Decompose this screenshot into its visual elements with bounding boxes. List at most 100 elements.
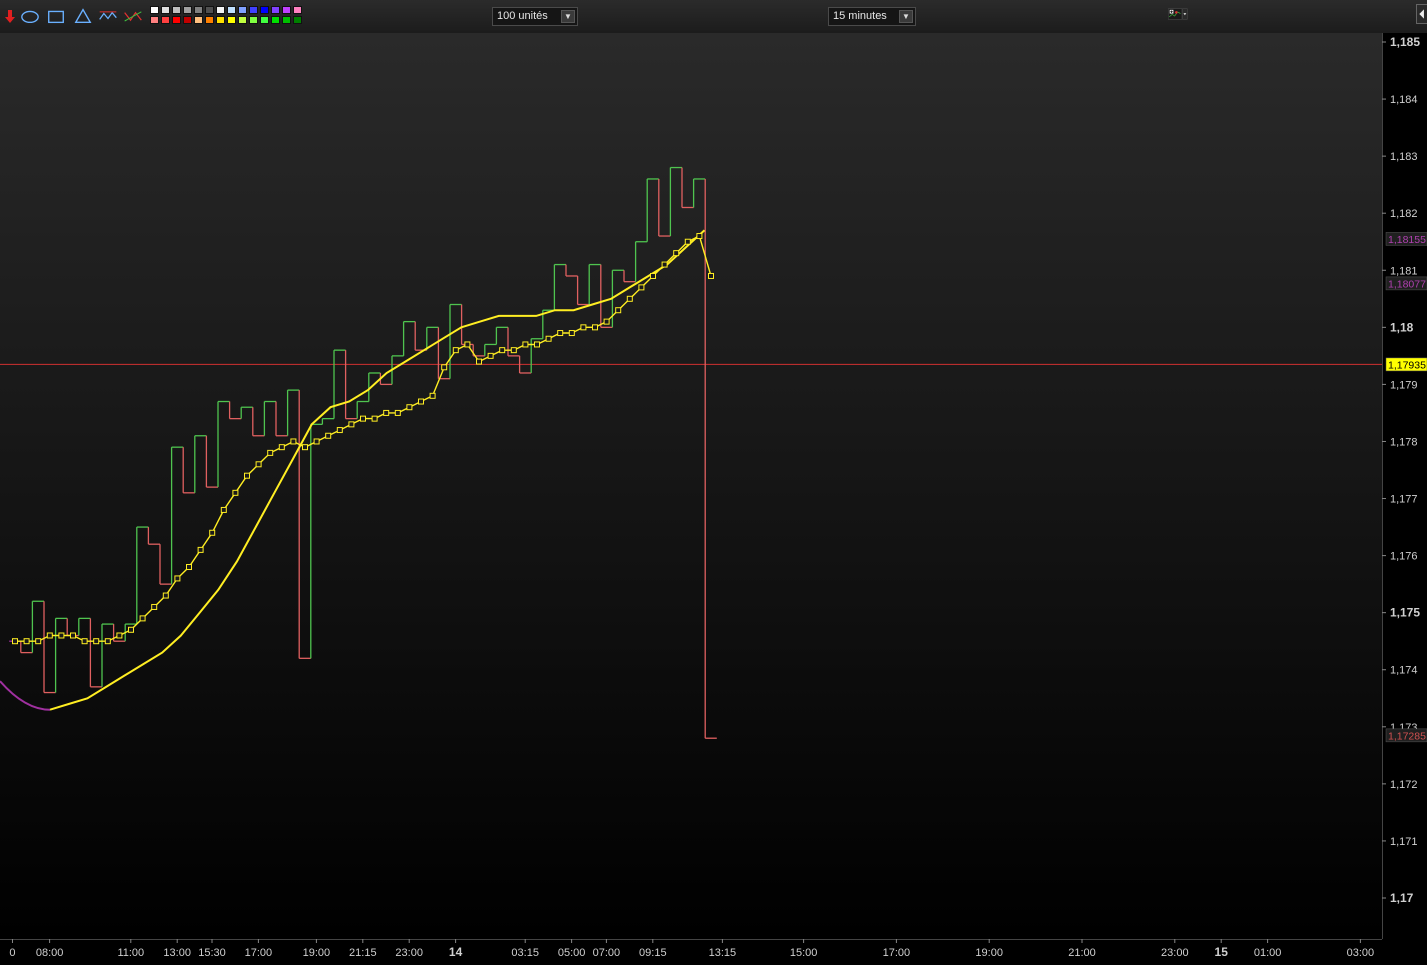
x-tick-label: 15:30 [198, 947, 226, 959]
ma-point [278, 444, 285, 451]
ma-point [12, 638, 18, 645]
ma-point [348, 421, 355, 428]
x-tick-label: 05:00 [558, 947, 586, 959]
ma-point [557, 330, 564, 337]
ma-point [429, 392, 436, 399]
x-tick-label: 09:15 [639, 947, 667, 959]
x-tick-label: 15:00 [790, 947, 818, 959]
ma-point [650, 272, 656, 279]
ma-point [302, 444, 308, 451]
ma-point [487, 352, 494, 359]
price-label: 1,18077 [1388, 278, 1426, 290]
y-tick-label: 1,182 [1390, 208, 1418, 220]
x-tick-label: 21:15 [349, 947, 377, 959]
ma-point [325, 432, 332, 439]
ma-point [220, 506, 227, 513]
ma-point [673, 250, 680, 257]
ma-point [371, 415, 378, 422]
ma-point [70, 632, 76, 639]
ma-point [615, 307, 622, 314]
ma-point [313, 438, 320, 445]
y-tick-label: 1,178 [1390, 436, 1418, 448]
x-tick-label: 13:15 [709, 947, 737, 959]
x-tick-label: 15 [1215, 945, 1229, 959]
price-label: 1,17935 [1388, 359, 1426, 371]
x-tick-label: 01:00 [1254, 947, 1282, 959]
y-tick-label: 1,181 [1390, 265, 1418, 277]
y-tick-label: 1,172 [1390, 779, 1418, 791]
x-tick-label: 17:00 [883, 947, 911, 959]
x-tick-label: 23:00 [395, 947, 423, 959]
ma-point [406, 404, 413, 411]
ma-point [290, 438, 297, 445]
y-tick-label: 1,174 [1390, 665, 1418, 677]
x-tick-label: 11:00 [117, 947, 144, 959]
ma-point [510, 347, 517, 354]
y-tick-label: 1,185 [1390, 35, 1420, 49]
x-tick-label: 13:00 [163, 947, 191, 959]
ma-point [104, 638, 111, 645]
ma-point [162, 592, 169, 599]
ma-point [93, 638, 100, 645]
x-tick-label: 0 [9, 947, 15, 959]
price-label: 1,18155 [1388, 234, 1426, 246]
ma-point [209, 529, 216, 536]
ma-point [151, 603, 158, 610]
x-tick-label: 19:00 [975, 947, 1003, 959]
ma-point [603, 318, 610, 325]
ma-point [418, 398, 424, 405]
ma-point [638, 284, 645, 291]
x-tick-label: 19:00 [303, 947, 331, 959]
x-tick-label: 07:00 [593, 947, 621, 959]
ma-point [128, 626, 134, 633]
ma-point [592, 324, 598, 331]
price-chart: 1,185 1,184 1,183 1,182 1,181 1,18 1,179 1,178 1… [0, 35, 1427, 959]
ma-point [661, 261, 668, 268]
ma-point [116, 632, 123, 639]
y-tick-label: 1,179 [1390, 379, 1418, 391]
ma-point [568, 330, 575, 337]
ma-point [684, 238, 691, 245]
x-tick-label: 08:00 [36, 947, 64, 959]
ma-point [476, 358, 482, 365]
ma-point [336, 427, 343, 434]
ma-point [186, 564, 192, 571]
ma-point [360, 415, 366, 422]
ma-point [696, 233, 703, 240]
ma-point [534, 341, 540, 348]
ma-point [267, 449, 274, 456]
x-tick-label: 23:00 [1161, 947, 1189, 959]
ma-point [545, 335, 552, 342]
y-tick-label: 1,177 [1390, 494, 1418, 506]
ma-point [464, 341, 471, 348]
ma-point [708, 272, 714, 279]
y-tick-label: 1,18 [1390, 320, 1414, 334]
ma-point [23, 638, 30, 645]
ma-point [499, 347, 506, 354]
ma-point [232, 489, 239, 496]
x-tick-label: 03:15 [511, 947, 539, 959]
x-tick-label: 21:00 [1068, 947, 1096, 959]
y-tick-label: 1,175 [1390, 606, 1420, 620]
x-tick-label: 14 [449, 945, 463, 959]
ma-point [441, 364, 448, 371]
ma-point [35, 638, 42, 645]
ma-point [139, 615, 146, 622]
ma-point [244, 472, 250, 479]
ma-point [46, 632, 53, 639]
y-tick-label: 1,184 [1390, 94, 1418, 106]
ma-point [626, 295, 633, 302]
ma-line-lead [0, 680, 51, 711]
ma-point [197, 546, 204, 553]
y-tick-label: 1,176 [1390, 551, 1418, 563]
ma-point [383, 409, 390, 416]
y-tick-label: 1,17 [1390, 891, 1414, 905]
x-tick-label: 17:00 [245, 947, 273, 959]
ma-point [394, 409, 401, 416]
ma-point [58, 632, 65, 639]
ma-point [580, 324, 587, 331]
ma-marker-line [15, 235, 712, 642]
ma-point [174, 575, 181, 582]
ma-point [452, 347, 459, 354]
y-tick-label: 1,171 [1390, 836, 1418, 848]
